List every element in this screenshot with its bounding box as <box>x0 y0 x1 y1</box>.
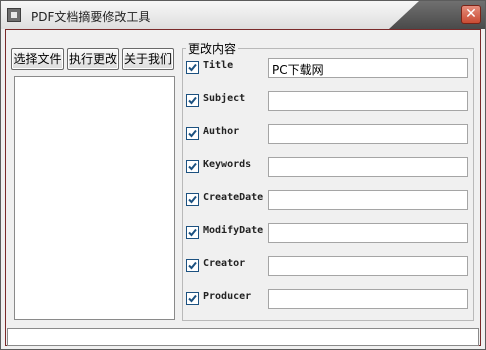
client-area: 选择文件 执行更改 关于我们 更改内容 Title PC下载网 Subject … <box>5 29 481 346</box>
select-file-button[interactable]: 选择文件 <box>11 48 64 70</box>
checkmark-icon <box>188 261 197 270</box>
checkmark-icon <box>188 129 197 138</box>
group-title: 更改内容 <box>186 40 239 57</box>
field-row-producer: Producer <box>186 289 476 309</box>
execute-change-button[interactable]: 执行更改 <box>67 48 119 70</box>
checkmark-icon <box>188 63 197 72</box>
subject-field[interactable] <box>268 91 468 111</box>
field-row-author: Author <box>186 124 476 144</box>
keywords-field[interactable] <box>268 157 468 177</box>
field-row-title: Title PC下载网 <box>186 58 476 78</box>
modifydate-checkbox[interactable] <box>186 226 199 239</box>
creator-checkbox[interactable] <box>186 259 199 272</box>
checkmark-icon <box>188 96 197 105</box>
field-row-modifydate: ModifyDate <box>186 223 476 243</box>
file-list[interactable] <box>14 76 175 320</box>
checkmark-icon <box>188 228 197 237</box>
creator-field[interactable] <box>268 256 468 276</box>
modifydate-label: ModifyDate <box>203 225 264 236</box>
producer-label: Producer <box>203 291 252 302</box>
status-bar <box>7 328 479 346</box>
keywords-label: Keywords <box>203 159 252 170</box>
createdate-label: CreateDate <box>203 192 264 203</box>
app-window: PDF文档摘要修改工具 ✕ 选择文件 执行更改 关于我们 更改内容 Title … <box>0 0 486 350</box>
field-row-createdate: CreateDate <box>186 190 476 210</box>
about-us-button[interactable]: 关于我们 <box>122 48 174 70</box>
title-label: Title <box>203 60 234 71</box>
title-checkbox[interactable] <box>186 61 199 74</box>
producer-field[interactable] <box>268 289 468 309</box>
close-button[interactable]: ✕ <box>461 5 481 24</box>
field-row-creator: Creator <box>186 256 476 276</box>
createdate-field[interactable] <box>268 190 468 210</box>
author-label: Author <box>203 126 240 137</box>
app-icon[interactable] <box>7 8 21 22</box>
title-field[interactable]: PC下载网 <box>268 58 468 78</box>
createdate-checkbox[interactable] <box>186 193 199 206</box>
field-row-keywords: Keywords <box>186 157 476 177</box>
author-checkbox[interactable] <box>186 127 199 140</box>
subject-label: Subject <box>203 93 246 104</box>
keywords-checkbox[interactable] <box>186 160 199 173</box>
window-title: PDF文档摘要修改工具 <box>31 10 151 24</box>
modifydate-field[interactable] <box>268 223 468 243</box>
checkmark-icon <box>188 294 197 303</box>
title-bar[interactable]: PDF文档摘要修改工具 ✕ <box>1 1 485 29</box>
checkmark-icon <box>188 162 197 171</box>
checkmark-icon <box>188 195 197 204</box>
change-content-group <box>182 48 474 321</box>
subject-checkbox[interactable] <box>186 94 199 107</box>
producer-checkbox[interactable] <box>186 292 199 305</box>
author-field[interactable] <box>268 124 468 144</box>
field-row-subject: Subject <box>186 91 476 111</box>
creator-label: Creator <box>203 258 246 269</box>
